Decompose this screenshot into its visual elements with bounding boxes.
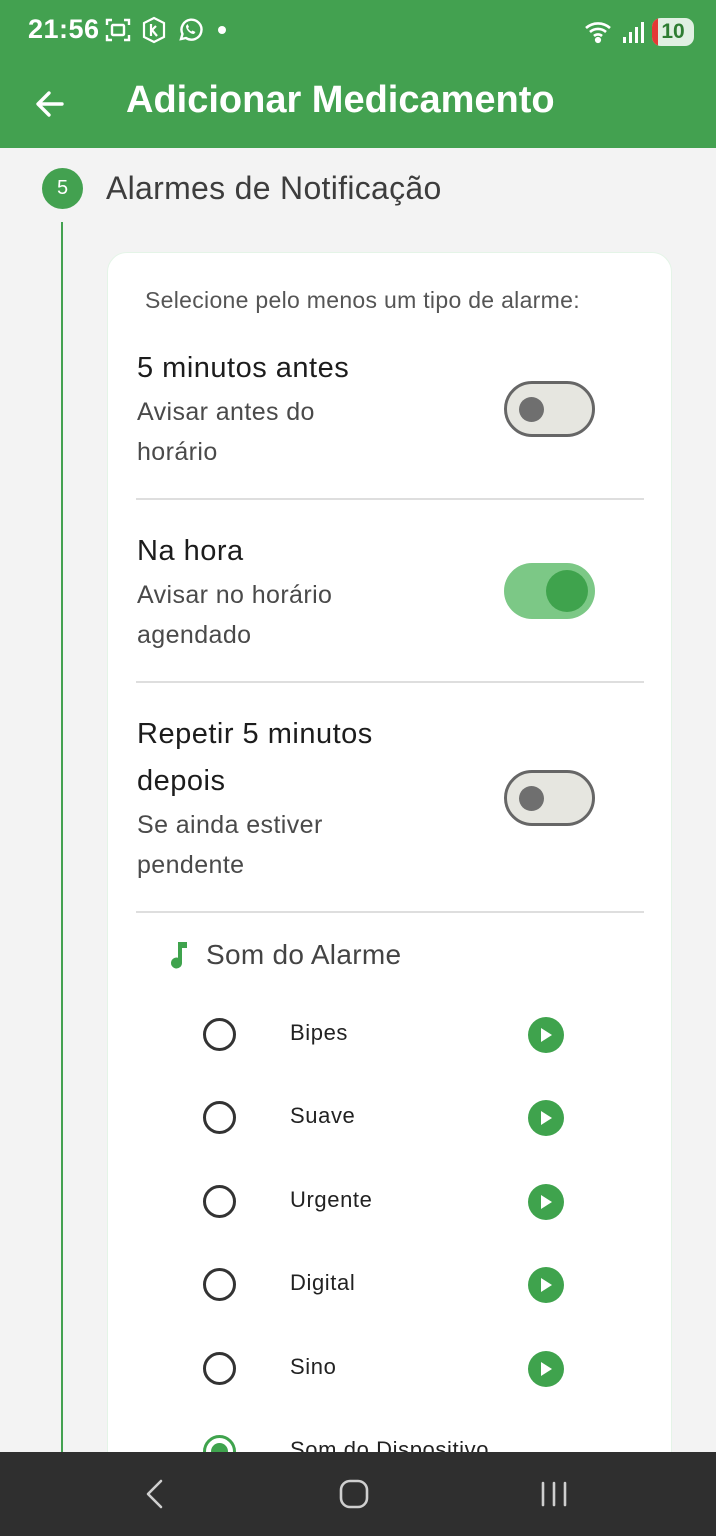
whatsapp-icon — [179, 18, 203, 41]
wifi-icon — [585, 22, 611, 44]
back-button[interactable] — [26, 80, 74, 128]
toggle-knob — [519, 397, 544, 422]
play-icon — [541, 1195, 552, 1209]
toggle-knob — [519, 786, 544, 811]
divider — [136, 911, 644, 913]
alarm-hint: Selecione pelo menos um tipo de alarme: — [145, 287, 580, 313]
battery-icon: 10 — [652, 18, 694, 46]
option-title-repeat-1: Repetir 5 minutos — [137, 718, 373, 750]
app-bar: Adicionar Medicamento — [0, 64, 716, 148]
option-subtitle-before-2: horário — [137, 438, 218, 466]
divider — [136, 681, 644, 683]
screenshot-icon — [105, 18, 131, 42]
sound-option-digital[interactable]: Digital — [203, 1256, 623, 1316]
play-icon — [541, 1278, 552, 1292]
page-title: Adicionar Medicamento — [126, 79, 555, 121]
sound-option-suave[interactable]: Suave — [203, 1089, 623, 1149]
radio-button[interactable] — [203, 1185, 236, 1218]
sound-section-header: Som do Alarme — [168, 939, 401, 971]
status-icons-right: 10 — [584, 18, 694, 46]
option-title-before: 5 minutos antes — [137, 352, 350, 384]
play-preview-button[interactable] — [528, 1351, 564, 1387]
play-preview-button[interactable] — [528, 1267, 564, 1303]
play-preview-button[interactable] — [528, 1017, 564, 1053]
nav-recents-button[interactable] — [530, 1474, 578, 1514]
option-title-repeat-2: depois — [137, 765, 226, 797]
option-subtitle-repeat-1: Se ainda estiver — [137, 811, 323, 839]
stepper-line — [61, 222, 63, 1536]
sound-section-title: Som do Alarme — [206, 939, 402, 970]
play-preview-button[interactable] — [528, 1184, 564, 1220]
divider — [136, 498, 644, 500]
signal-icon — [623, 22, 644, 43]
recents-nav-icon — [541, 1481, 567, 1507]
sound-option-sino[interactable]: Sino — [203, 1340, 623, 1400]
nav-back-button[interactable] — [130, 1474, 178, 1514]
toggle-knob — [546, 570, 588, 612]
sound-option-urgente[interactable]: Urgente — [203, 1173, 623, 1233]
home-nav-icon — [339, 1479, 369, 1509]
toggle-repeat[interactable] — [504, 770, 595, 826]
status-icons-left — [104, 16, 226, 44]
radio-button[interactable] — [203, 1268, 236, 1301]
sound-option-bipes[interactable]: Bipes — [203, 1006, 623, 1066]
k-shield-icon — [142, 16, 166, 44]
battery-level: 10 — [661, 20, 685, 43]
play-preview-button[interactable] — [528, 1100, 564, 1136]
option-subtitle-before-1: Avisar antes do — [137, 398, 315, 426]
notification-dot-icon — [218, 26, 226, 34]
status-time: 21:56 — [28, 14, 100, 44]
option-subtitle-on-time-2: agendado — [137, 621, 252, 649]
sound-label: Bipes — [290, 1020, 349, 1045]
radio-button[interactable] — [203, 1352, 236, 1385]
option-title-on-time: Na hora — [137, 535, 244, 567]
sound-label: Urgente — [290, 1187, 373, 1212]
music-note-icon — [171, 942, 187, 969]
arrow-left-icon — [36, 91, 64, 117]
step-title: Alarmes de Notificação — [106, 170, 442, 206]
play-icon — [541, 1111, 552, 1125]
back-nav-icon — [146, 1479, 163, 1509]
radio-button[interactable] — [203, 1018, 236, 1051]
alarm-card: Selecione pelo menos um tipo de alarme: … — [107, 252, 672, 1536]
radio-button[interactable] — [203, 1101, 236, 1134]
step-number-badge: 5 — [42, 168, 83, 209]
toggle-before[interactable] — [504, 381, 595, 437]
nav-home-button[interactable] — [330, 1474, 378, 1514]
sound-label: Suave — [290, 1103, 356, 1128]
play-icon — [541, 1362, 552, 1376]
option-subtitle-repeat-2: pendente — [137, 851, 245, 879]
toggle-on-time[interactable] — [504, 563, 595, 619]
sound-label: Sino — [290, 1354, 337, 1379]
option-subtitle-on-time-1: Avisar no horário — [137, 581, 333, 609]
sound-label: Digital — [290, 1270, 356, 1295]
play-icon — [541, 1028, 552, 1042]
status-bar: 21:56 10 — [0, 0, 716, 64]
system-nav-bar — [0, 1452, 716, 1536]
